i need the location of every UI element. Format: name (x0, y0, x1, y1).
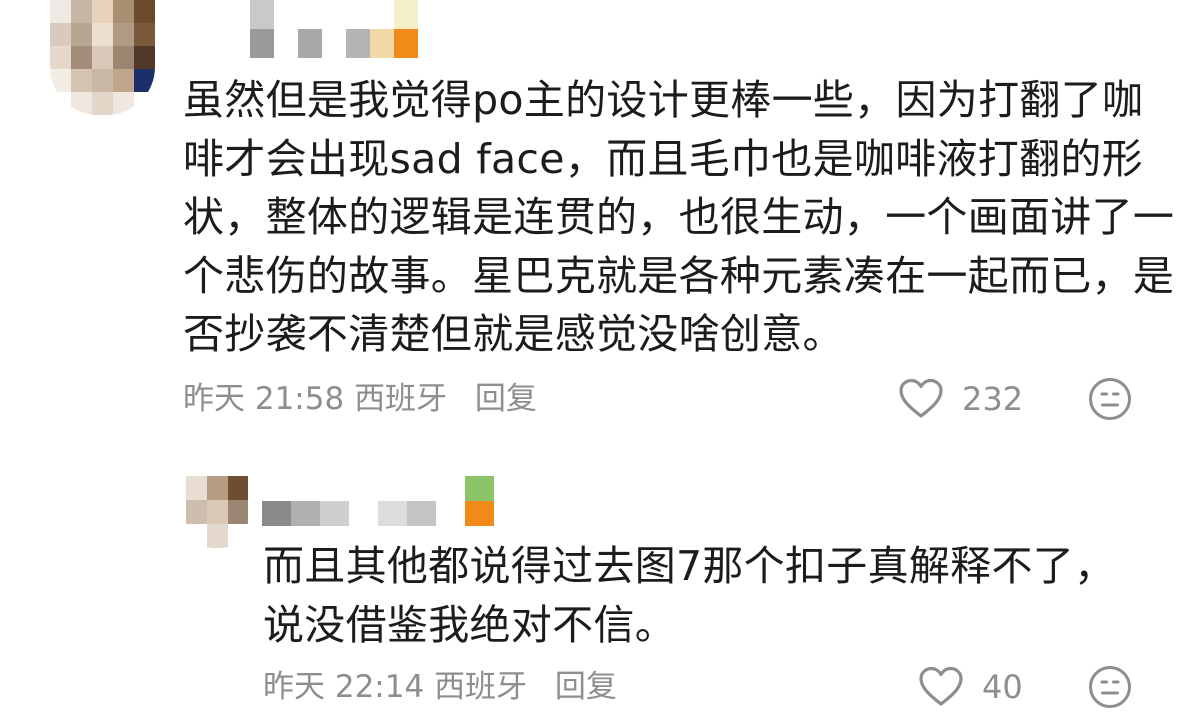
heart-outline-icon[interactable] (898, 378, 944, 420)
comment-text: 虽然但是我觉得po主的设计更棒一些，因为打翻了咖啡才会出现sad face，而且… (183, 76, 1175, 358)
username-redacted[interactable] (262, 476, 494, 526)
heart-outline-icon[interactable] (918, 666, 964, 708)
comment-location: 西班牙 (354, 381, 448, 417)
avatar[interactable] (186, 476, 248, 548)
reply-button[interactable]: 回复 (475, 381, 537, 417)
comment-location: 西班牙 (434, 669, 528, 705)
like-count: 40 (982, 668, 1023, 706)
neutral-face-icon[interactable] (1088, 665, 1132, 709)
neutral-face-icon[interactable] (1088, 377, 1132, 421)
comment-time: 昨天 21:58 (183, 381, 345, 417)
comment-meta: 昨天 21:58 西班牙 回复 (183, 379, 537, 419)
avatar[interactable] (50, 0, 155, 115)
username-redacted[interactable] (226, 0, 418, 58)
comment-time: 昨天 22:14 (263, 669, 425, 705)
comment-text: 而且其他都说得过去图7那个扣子真解释不了，说没借鉴我绝对不信。 (263, 542, 1116, 649)
comment-meta: 昨天 22:14 西班牙 回复 (263, 667, 617, 707)
like-count: 232 (962, 380, 1024, 418)
reply-button[interactable]: 回复 (555, 669, 617, 705)
